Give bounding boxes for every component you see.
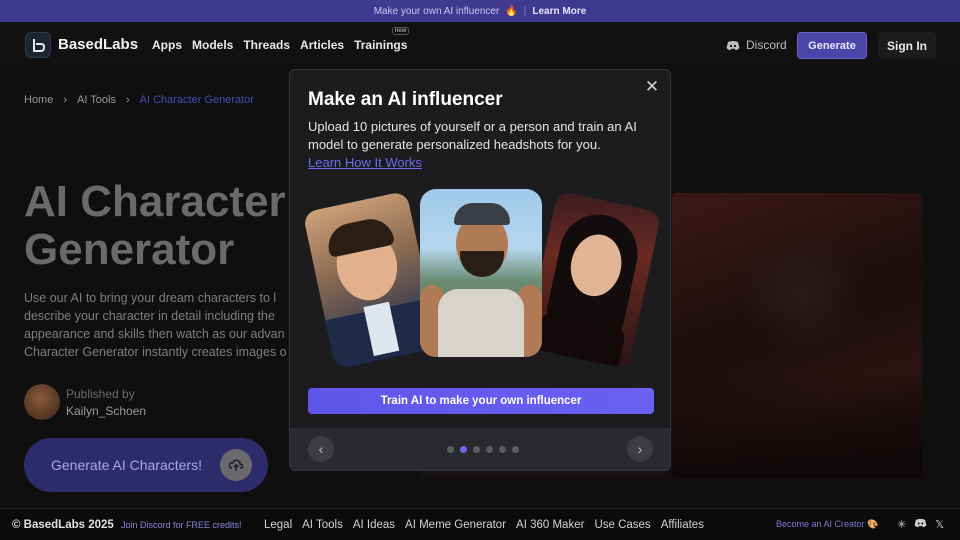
palette-icon: 🎨 — [867, 519, 879, 529]
carousel-dot-active[interactable] — [460, 446, 467, 453]
new-badge: new — [391, 27, 410, 35]
breadcrumb-home[interactable]: Home — [24, 94, 53, 106]
nav-threads[interactable]: Threads — [243, 38, 290, 52]
nav-apps[interactable]: Apps — [152, 38, 182, 52]
modal-title: Make an AI influencer — [308, 89, 503, 110]
breadcrumb-current: AI Character Generator — [139, 94, 254, 106]
page-title-line1: AI Character — [24, 177, 286, 226]
become-creator-label: Become an AI Creator — [776, 519, 865, 529]
chevron-left-icon[interactable]: ‹ — [308, 436, 334, 462]
learn-more-link[interactable]: Learn More — [532, 6, 586, 17]
carousel-dot[interactable] — [447, 446, 454, 453]
main-nav: Apps Models Threads Articles Trainings n… — [152, 27, 410, 52]
announcement-text: Make your own AI influencer — [373, 5, 500, 17]
carousel-dot[interactable] — [499, 446, 506, 453]
footer-copyright: © BasedLabs 2025 — [12, 518, 114, 531]
generate-characters-label: Generate AI Characters! — [51, 457, 202, 473]
author-name[interactable]: Kailyn_Schoen — [66, 404, 146, 418]
logo-icon[interactable] — [25, 32, 51, 58]
page-title-line2: Generator — [24, 225, 235, 274]
modal-description: Upload 10 pictures of yourself or a pers… — [308, 119, 637, 152]
x-twitter-icon[interactable]: 𝕏 — [935, 518, 944, 531]
headshot-carousel — [290, 182, 670, 372]
carousel-dots — [447, 446, 519, 453]
published-by-label: Published by — [66, 387, 135, 401]
close-icon[interactable]: ✕ — [644, 78, 660, 95]
footer-link-use-cases[interactable]: Use Cases — [594, 519, 650, 531]
carousel-dot[interactable] — [486, 446, 493, 453]
generate-characters-button[interactable]: Generate AI Characters! — [24, 438, 268, 492]
footer-link-meme-generator[interactable]: AI Meme Generator — [405, 519, 506, 531]
headshot-card-man-cap — [420, 189, 542, 357]
learn-how-link[interactable]: Learn How It Works — [308, 155, 422, 170]
discord-icon — [726, 40, 740, 50]
carousel-controls: ‹ › — [290, 428, 670, 470]
footer-link-ai-ideas[interactable]: AI Ideas — [353, 519, 395, 531]
chevron-right-icon[interactable]: › — [627, 436, 653, 462]
discord-icon[interactable] — [914, 518, 927, 531]
carousel-dot[interactable] — [512, 446, 519, 453]
author-avatar[interactable] — [24, 384, 60, 420]
footer-links: Legal AI Tools AI Ideas AI Meme Generato… — [264, 519, 704, 531]
site-header: BasedLabs Apps Models Threads Articles T… — [0, 22, 960, 68]
breadcrumb: Home › AI Tools › AI Character Generator — [24, 94, 254, 106]
nav-trainings[interactable]: Trainings new — [354, 27, 410, 52]
generate-button[interactable]: Generate — [797, 32, 867, 59]
page-title: AI Character Generator — [24, 178, 324, 274]
become-creator-link[interactable]: Become an AI Creator 🎨 — [776, 519, 878, 530]
footer-join-discord[interactable]: Join Discord for FREE credits! — [121, 520, 242, 530]
footer-link-ai-tools[interactable]: AI Tools — [302, 519, 343, 531]
discord-link[interactable]: Discord — [726, 38, 787, 52]
hero-image — [672, 193, 922, 478]
site-footer: © BasedLabs 2025 Join Discord for FREE c… — [0, 508, 960, 540]
description-line: appearance and skills then watch as our … — [24, 327, 285, 341]
announcement-separator: | — [523, 5, 527, 17]
description-line: Character Generator instantly creates im… — [24, 345, 287, 359]
fire-icon: 🔥 — [505, 5, 518, 17]
page-description: Use our AI to bring your dream character… — [24, 289, 294, 361]
description-line: Use our AI to bring your dream character… — [24, 291, 277, 305]
footer-link-affiliates[interactable]: Affiliates — [661, 519, 704, 531]
carousel-dot[interactable] — [473, 446, 480, 453]
footer-link-360-maker[interactable]: AI 360 Maker — [516, 519, 584, 531]
social-links: ✳ 𝕏 — [897, 518, 944, 531]
description-line: describe your character in detail includ… — [24, 309, 275, 323]
breadcrumb-ai-tools[interactable]: AI Tools — [77, 94, 116, 106]
nav-trainings-label: Trainings — [354, 38, 408, 52]
nav-articles[interactable]: Articles — [300, 38, 344, 52]
sign-in-button[interactable]: Sign In — [878, 32, 936, 59]
discord-label: Discord — [746, 38, 787, 52]
logo-text[interactable]: BasedLabs — [58, 36, 138, 53]
footer-link-legal[interactable]: Legal — [264, 519, 292, 531]
announcement-bar: Make your own AI influencer 🔥 | Learn Mo… — [0, 0, 960, 22]
sparkle-icon[interactable]: ✳ — [897, 518, 906, 531]
breadcrumb-separator: › — [63, 94, 68, 106]
headshot-card-man-suit — [302, 190, 440, 370]
nav-models[interactable]: Models — [192, 38, 233, 52]
headshot-card-woman — [524, 190, 662, 370]
breadcrumb-separator: › — [125, 94, 130, 106]
influencer-modal: ✕ Make an AI influencer Upload 10 pictur… — [289, 69, 671, 471]
upload-icon — [220, 449, 252, 481]
train-ai-button[interactable]: Train AI to make your own influencer — [308, 388, 654, 414]
